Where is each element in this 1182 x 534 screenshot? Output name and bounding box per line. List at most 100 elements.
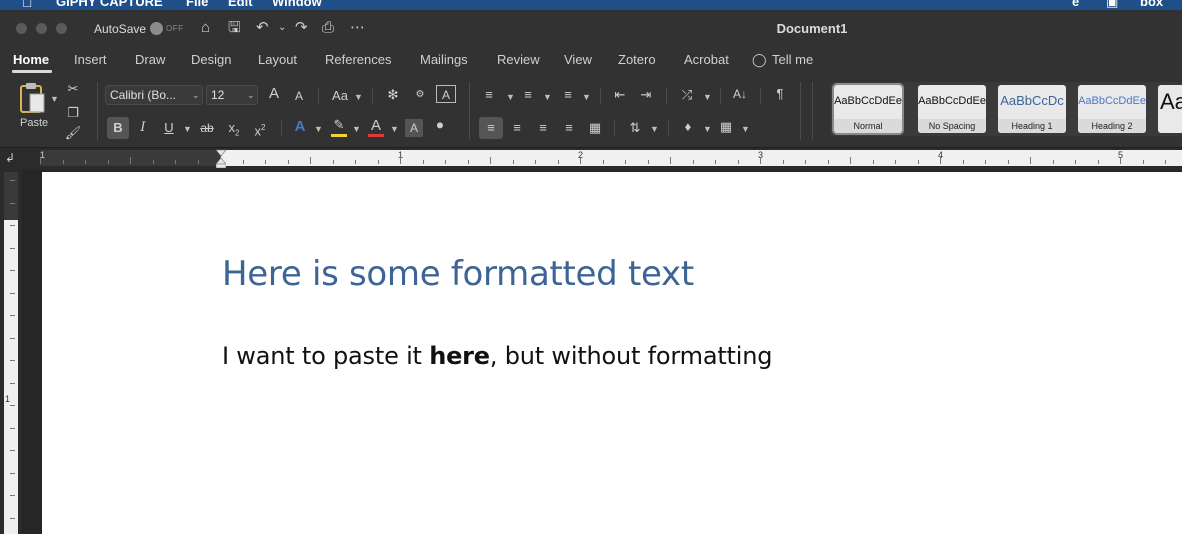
vertical-ruler-tick <box>10 270 15 271</box>
vertical-ruler-tick <box>10 450 15 451</box>
paste-options-chevron-icon[interactable]: ▼ <box>50 94 59 104</box>
apple-icon[interactable]:  <box>22 0 33 10</box>
tab-view[interactable]: View <box>564 52 592 67</box>
horizontal-ruler[interactable]: 1 1 2 3 4 5 <box>40 150 1182 166</box>
ruler-tick <box>940 157 941 164</box>
style-no-spacing[interactable]: AaBbCcDdEe No Spacing <box>918 85 986 133</box>
justify-button[interactable]: ≡ <box>560 119 578 137</box>
vertical-ruler-number: 1 <box>5 394 11 404</box>
tell-me-search[interactable]: Tell me <box>772 52 813 67</box>
tab-layout[interactable]: Layout <box>258 52 297 67</box>
document-page[interactable]: Here is some formatted text I want to pa… <box>42 172 1182 534</box>
shading-icon[interactable]: ♦ <box>678 118 698 136</box>
tab-design[interactable]: Design <box>191 52 231 67</box>
status-app-icon[interactable]: e <box>1072 0 1079 9</box>
tab-draw[interactable]: Draw <box>135 52 165 67</box>
show-formatting-marks-icon[interactable]: ¶ <box>770 85 790 103</box>
tab-home[interactable]: Home <box>13 52 49 67</box>
ruler-tick <box>310 157 311 164</box>
shrink-font-button[interactable]: A <box>292 87 306 105</box>
tab-mailings[interactable]: Mailings <box>420 52 468 67</box>
ruler-tick <box>670 157 671 164</box>
enclose-characters-icon[interactable]: ⚫ <box>430 117 450 135</box>
subscript-button[interactable]: x2 <box>226 119 242 143</box>
numbering-icon[interactable]: ≡ <box>518 86 538 104</box>
tab-review[interactable]: Review <box>497 52 540 67</box>
character-shading-icon[interactable]: A <box>405 119 423 137</box>
strikethrough-button[interactable]: ab <box>196 119 218 137</box>
highlight-chevron-icon[interactable]: ▼ <box>352 124 361 134</box>
text-direction-chevron-icon[interactable]: ▼ <box>703 92 712 102</box>
font-size-value: 12 <box>211 88 225 102</box>
ruler-tick <box>198 160 199 164</box>
bullets-chevron-icon[interactable]: ▼ <box>506 92 515 102</box>
tab-zotero[interactable]: Zotero <box>618 52 656 67</box>
menu-giphy-capture[interactable]: GIPHY CAPTURE <box>56 0 163 9</box>
multilevel-list-chevron-icon[interactable]: ▼ <box>582 92 591 102</box>
numbering-chevron-icon[interactable]: ▼ <box>543 92 552 102</box>
separator <box>281 120 282 136</box>
style-normal[interactable]: AaBbCcDdEe Normal <box>832 83 904 135</box>
underline-button[interactable]: U <box>160 119 178 137</box>
ruler-tick <box>423 160 424 164</box>
menu-window[interactable]: Window <box>272 0 322 9</box>
increase-indent-icon[interactable]: ⇥ <box>636 86 656 104</box>
phonetic-guide-icon[interactable]: ⚙ <box>410 86 430 104</box>
font-color-icon[interactable]: A <box>368 117 384 135</box>
superscript-button[interactable]: x2 <box>252 119 268 140</box>
document-heading[interactable]: Here is some formatted text <box>222 254 694 294</box>
borders-icon[interactable]: ▦ <box>716 118 736 136</box>
style-heading-2[interactable]: AaBbCcDdEe Heading 2 <box>1078 85 1146 133</box>
format-painter-icon[interactable]: 🖌 <box>64 124 82 142</box>
font-color-chevron-icon[interactable]: ▼ <box>390 124 399 134</box>
text-direction-icon[interactable]: ⤮ <box>676 86 698 104</box>
text-effects-chevron-icon[interactable]: ▼ <box>314 124 323 134</box>
style-title[interactable]: Aa <box>1158 85 1182 133</box>
clear-formatting-icon[interactable]: ❇ <box>384 86 402 104</box>
separator <box>760 88 761 104</box>
status-box-label[interactable]: box <box>1140 0 1163 9</box>
bold-button[interactable]: B <box>107 117 129 139</box>
underline-options-chevron-icon[interactable]: ▼ <box>183 124 192 134</box>
change-case-button[interactable]: Aa <box>330 87 350 105</box>
shading-chevron-icon[interactable]: ▼ <box>703 124 712 134</box>
copy-icon[interactable]: ❐ <box>64 104 82 122</box>
character-border-icon[interactable]: A <box>436 85 456 103</box>
menu-edit[interactable]: Edit <box>228 0 253 9</box>
bullets-icon[interactable]: ≡ <box>480 86 498 104</box>
ruler-tick <box>1030 157 1031 164</box>
tab-insert[interactable]: Insert <box>74 52 107 67</box>
sort-icon[interactable]: A↓ <box>730 85 750 103</box>
ruler-tick <box>580 157 581 164</box>
tab-acrobat[interactable]: Acrobat <box>684 52 729 67</box>
cut-icon[interactable]: ✂ <box>64 80 82 98</box>
tab-references[interactable]: References <box>325 52 391 67</box>
change-case-chevron-icon[interactable]: ▼ <box>354 92 363 102</box>
align-center-button[interactable]: ≡ <box>508 119 526 137</box>
font-name-dropdown[interactable]: Calibri (Bo... <box>105 85 203 105</box>
ruler-text-area <box>221 150 1182 166</box>
multilevel-list-icon[interactable]: ≡ <box>558 86 578 104</box>
ruler-tick <box>265 160 266 164</box>
distributed-icon[interactable]: ▦ <box>586 119 604 137</box>
grow-font-button[interactable]: A <box>266 85 282 103</box>
menu-file[interactable]: File <box>186 0 208 9</box>
line-spacing-icon[interactable]: ⇅ <box>624 119 646 137</box>
highlight-icon[interactable]: ✎ <box>330 116 348 134</box>
style-heading-1[interactable]: AaBbCcDc Heading 1 <box>998 85 1066 133</box>
decrease-indent-icon[interactable]: ⇤ <box>610 86 630 104</box>
italic-button[interactable]: I <box>134 119 152 137</box>
line-spacing-chevron-icon[interactable]: ▼ <box>650 124 659 134</box>
vertical-ruler-tick <box>10 383 15 384</box>
status-lock-icon[interactable]: ▣ <box>1106 0 1118 10</box>
align-right-button[interactable]: ≡ <box>534 119 552 137</box>
align-left-button[interactable]: ≡ <box>479 117 503 139</box>
paragraph-bold-text: here <box>429 342 490 370</box>
ruler-tick <box>175 160 176 164</box>
borders-chevron-icon[interactable]: ▼ <box>741 124 750 134</box>
indent-marker-icon[interactable] <box>216 148 226 168</box>
separator <box>800 82 801 140</box>
document-paragraph[interactable]: I want to paste it here, but without for… <box>222 342 772 370</box>
tab-selector-icon[interactable]: ↲ <box>5 151 15 165</box>
text-effects-icon[interactable]: A <box>292 118 308 136</box>
